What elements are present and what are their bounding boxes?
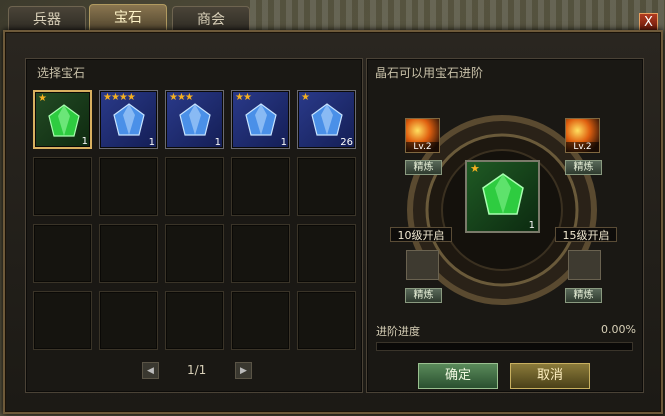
green-gem-icon — [482, 173, 524, 215]
gem-stars: ★ — [38, 93, 47, 104]
gem-count: 26 — [340, 137, 353, 148]
confirm-button[interactable]: 确定 — [418, 363, 498, 389]
blue-gem-icon — [179, 103, 211, 136]
left-skill-icon[interactable]: Lv.2 — [405, 118, 440, 153]
blue-gem-icon — [245, 103, 277, 136]
gem-slot[interactable]: ★ 1 — [33, 90, 92, 149]
empty-gem-slot[interactable] — [165, 224, 224, 283]
gem-slot[interactable]: ★★★ 1 — [165, 90, 224, 149]
gem-count: 1 — [280, 137, 287, 148]
right-skill-icon[interactable]: Lv.2 — [565, 118, 600, 153]
gem-slot[interactable]: ★★★★ 1 — [99, 90, 158, 149]
left-lock-refine-button[interactable]: 精炼 — [405, 288, 442, 303]
cancel-button[interactable]: 取消 — [510, 363, 590, 389]
prev-page-button[interactable]: ◀ — [142, 362, 159, 379]
gem-stars: ★★★ — [169, 92, 194, 103]
gem-slot[interactable]: ★★ 1 — [231, 90, 290, 149]
blue-gem-icon — [113, 103, 145, 136]
upgrade-panel-title: 晶石可以用宝石进阶 — [375, 66, 484, 80]
gem-count: 1 — [214, 137, 221, 148]
right-lock-label: 15级开启 — [555, 227, 617, 242]
empty-gem-slot[interactable] — [99, 291, 158, 350]
progress-label: 进阶进度 — [376, 325, 420, 338]
empty-gem-slot[interactable] — [165, 157, 224, 216]
empty-gem-slot[interactable] — [297, 291, 356, 350]
empty-gem-slot[interactable] — [231, 157, 290, 216]
gem-count: 1 — [81, 136, 88, 147]
gem-select-title: 选择宝石 — [37, 66, 86, 80]
empty-gem-slot[interactable] — [33, 157, 92, 216]
empty-gem-slot[interactable] — [33, 224, 92, 283]
right-chest-icon — [568, 250, 601, 280]
progress-value: 0.00% — [601, 323, 636, 336]
empty-gem-slot[interactable] — [297, 157, 356, 216]
empty-gem-slot[interactable] — [231, 291, 290, 350]
left-lock-label: 10级开启 — [390, 227, 452, 242]
gem-stars: ★★★★ — [103, 92, 136, 103]
empty-gem-slot[interactable] — [231, 224, 290, 283]
left-skill-level: Lv.2 — [406, 142, 439, 152]
gem-slot[interactable]: ★ 26 — [297, 90, 356, 149]
left-skill-refine-button[interactable]: 精炼 — [405, 160, 442, 175]
progress-bar — [376, 342, 633, 351]
blue-gem-icon — [311, 103, 343, 136]
gem-stars: ★★ — [235, 92, 252, 103]
empty-gem-slot[interactable] — [99, 157, 158, 216]
empty-gem-slot[interactable] — [297, 224, 356, 283]
center-gem-count: 1 — [528, 220, 535, 231]
gem-stars: ★ — [301, 92, 310, 103]
left-chest-icon — [406, 250, 439, 280]
right-lock-refine-button[interactable]: 精炼 — [565, 288, 602, 303]
page-indicator: 1/1 — [187, 363, 207, 377]
center-gem-slot[interactable]: ★ 1 — [465, 160, 540, 233]
next-page-button[interactable]: ▶ — [235, 362, 252, 379]
green-gem-icon — [48, 104, 80, 137]
empty-gem-slot[interactable] — [33, 291, 92, 350]
tab-gems[interactable]: 宝石 — [89, 4, 167, 33]
right-skill-refine-button[interactable]: 精炼 — [565, 160, 602, 175]
tab-weapons[interactable]: 兵器 — [8, 6, 86, 33]
tab-guild[interactable]: 商会 — [172, 6, 250, 33]
empty-gem-slot[interactable] — [165, 291, 224, 350]
empty-gem-slot[interactable] — [99, 224, 158, 283]
gem-count: 1 — [148, 137, 155, 148]
right-skill-level: Lv.2 — [566, 142, 599, 152]
